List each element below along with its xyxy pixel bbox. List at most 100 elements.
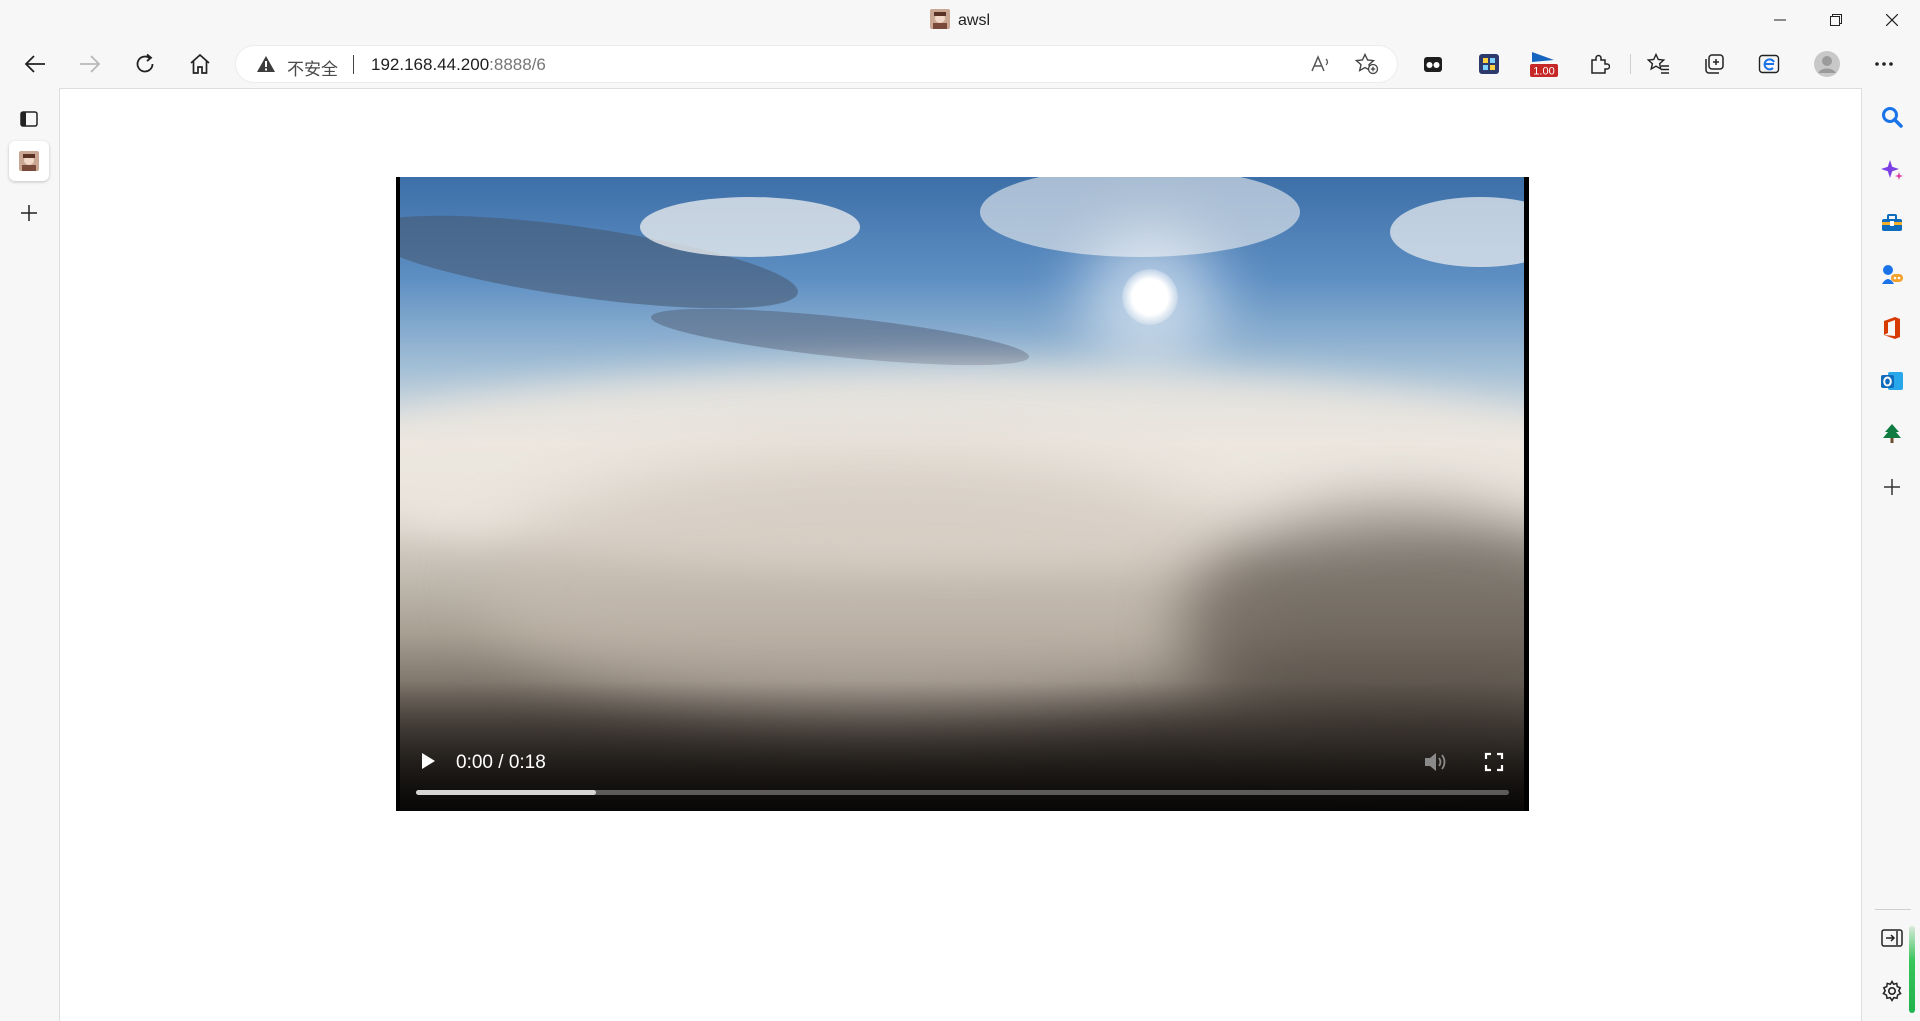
speed-badge-text: 1.00: [1533, 66, 1554, 78]
collections-button[interactable]: [1696, 48, 1732, 80]
video-fog: [480, 457, 1280, 717]
toolbar-divider: [1630, 54, 1631, 74]
sidebar-tree-button[interactable]: [1874, 416, 1910, 452]
fullscreen-icon[interactable]: [1482, 750, 1506, 774]
extension-speed-button[interactable]: 1.00: [1526, 48, 1562, 80]
read-aloud-icon: [1311, 55, 1329, 72]
vertical-tabs-bar: [0, 88, 58, 1021]
window-title: awsl: [957, 12, 990, 29]
close-button[interactable]: [1864, 0, 1920, 40]
restore-button[interactable]: [1808, 0, 1864, 40]
forward-icon: [80, 55, 101, 73]
sidebar-tools-button[interactable]: [1874, 205, 1910, 241]
back-button[interactable]: [17, 48, 53, 80]
profile-button[interactable]: [1809, 48, 1845, 80]
browser-toolbar: 不安全 192.168.44.200:8888/6 1.00: [0, 40, 1920, 88]
extensions-button[interactable]: [1581, 48, 1617, 80]
active-tab[interactable]: [9, 141, 49, 181]
tree-icon: [1883, 424, 1901, 443]
profile-avatar-icon: [1814, 51, 1840, 77]
warning-icon[interactable]: [256, 55, 276, 73]
hide-sidebar-button[interactable]: [1874, 920, 1910, 956]
favorites-button[interactable]: [1641, 48, 1677, 80]
window-controls: [1752, 0, 1920, 40]
back-icon: [24, 55, 45, 73]
close-icon: [1886, 14, 1898, 26]
time-separator: /: [498, 752, 504, 773]
sidebar-divider: [1875, 909, 1911, 910]
home-icon: [190, 53, 210, 74]
extension-dark-button[interactable]: [1415, 48, 1451, 80]
sidebar-copilot-button[interactable]: [1874, 152, 1910, 188]
copilot-icon: [1881, 160, 1903, 180]
search-icon: [1882, 107, 1903, 128]
collections-icon: [1705, 54, 1724, 74]
time-display: 0:00 / 0:18: [456, 752, 546, 774]
progress-bar[interactable]: [416, 790, 1509, 795]
duration: 0:18: [508, 752, 546, 773]
add-favorite-button[interactable]: [1355, 53, 1379, 75]
extension-qr-button[interactable]: [1471, 48, 1507, 80]
tools-icon: [1882, 214, 1902, 231]
sidebar-search-button[interactable]: [1874, 99, 1910, 135]
buffered-range: [416, 790, 597, 795]
url-text[interactable]: 192.168.44.200:8888/6: [371, 55, 546, 75]
sidebar-add-button[interactable]: [1874, 469, 1910, 505]
new-tab-button[interactable]: [9, 193, 49, 233]
extensions-puzzle-icon: [1591, 54, 1610, 74]
edge-bar-icon: [1758, 54, 1780, 74]
sidebar-office-button[interactable]: [1874, 310, 1910, 346]
restore-icon: [1830, 14, 1842, 26]
refresh-button[interactable]: [127, 48, 163, 80]
new-tab-icon: [21, 205, 37, 221]
edge-sidebar: [1864, 88, 1920, 1021]
sidebar-outlook-button[interactable]: [1874, 363, 1910, 399]
url-host: 192.168.44.200: [371, 55, 490, 74]
sidebar-settings-button[interactable]: [1874, 973, 1910, 1009]
more-menu-icon: [1875, 62, 1893, 66]
play-icon: [422, 753, 435, 769]
hide-sidebar-icon: [1881, 929, 1903, 947]
video-cloud: [640, 197, 860, 257]
tab-actions-icon: [20, 111, 38, 127]
mute-icon[interactable]: [1423, 750, 1449, 774]
sidebar-games-button[interactable]: [1874, 257, 1910, 293]
video-controls: 0:00 / 0:18: [396, 731, 1529, 811]
home-button[interactable]: [182, 48, 218, 80]
settings-icon: [1882, 980, 1902, 1002]
address-bar[interactable]: 不安全 192.168.44.200:8888/6: [236, 46, 1397, 82]
add-icon: [1884, 479, 1900, 495]
window-title-area: awsl: [0, 9, 1920, 30]
title-bar: awsl: [0, 0, 1920, 40]
security-status-label[interactable]: 不安全: [287, 55, 338, 80]
office-icon: [1884, 317, 1900, 339]
video-cloud: [648, 297, 1032, 377]
video-cloud: [980, 177, 1300, 257]
read-aloud-button[interactable]: [1309, 53, 1333, 75]
add-favorite-icon: [1355, 53, 1379, 75]
favorites-icon: [1647, 53, 1669, 74]
extension-qr-icon: [1479, 54, 1499, 74]
games-icon: [1882, 265, 1903, 284]
play-button[interactable]: [416, 749, 440, 773]
refresh-icon: [136, 53, 154, 73]
tab-actions-button[interactable]: [9, 99, 49, 139]
active-tab-favicon-icon: [19, 151, 39, 171]
extension-speed-icon: 1.00: [1530, 52, 1558, 78]
url-path: :8888/6: [489, 55, 546, 74]
video-sun: [1122, 269, 1178, 325]
outlook-icon: [1881, 372, 1903, 390]
minimize-icon: [1774, 19, 1786, 21]
page-content: 0:00 / 0:18: [59, 88, 1862, 1021]
edge-bar-button[interactable]: [1751, 48, 1787, 80]
sidebar-scroll-indicator[interactable]: [1909, 926, 1915, 1013]
more-menu-button[interactable]: [1866, 48, 1902, 80]
address-separator: [353, 55, 354, 74]
extension-dark-icon: [1424, 57, 1442, 72]
current-time: 0:00: [456, 752, 493, 773]
page-favicon-icon: [929, 9, 950, 29]
video-cloud: [1390, 197, 1524, 267]
forward-button[interactable]: [72, 48, 108, 80]
minimize-button[interactable]: [1752, 0, 1808, 40]
video-player[interactable]: 0:00 / 0:18: [396, 177, 1529, 811]
